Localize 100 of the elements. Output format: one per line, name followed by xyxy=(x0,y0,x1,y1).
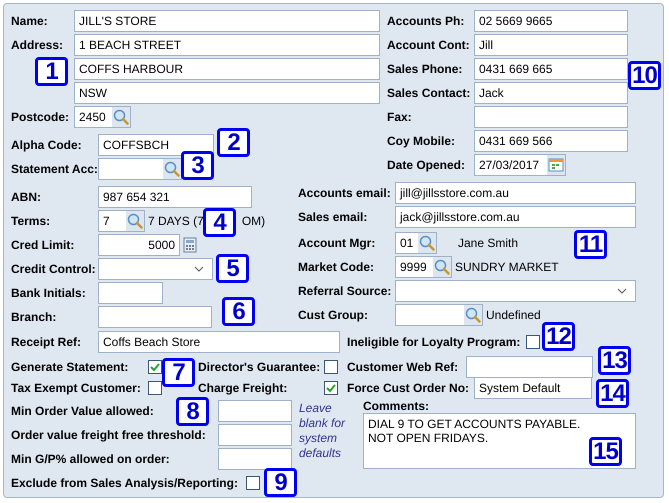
field-label: Alpha Code: xyxy=(11,138,83,152)
field-label: Receipt Ref: xyxy=(11,335,82,349)
field-label: Coy Mobile: xyxy=(387,134,456,148)
checkbox[interactable] xyxy=(526,335,540,349)
lookup-field[interactable] xyxy=(395,304,483,326)
field-label: Sales email: xyxy=(298,210,368,224)
email-field[interactable]: jill@jillsstore.com.au xyxy=(395,182,636,204)
date-field[interactable]: 27/03/2017 xyxy=(474,154,566,176)
number-badge: 15 xyxy=(589,437,622,466)
field-label: Force Cust Order No: xyxy=(347,380,470,394)
checkbox[interactable] xyxy=(148,380,162,394)
number-badge: 3 xyxy=(181,151,214,180)
lookup-description: Jane Smith xyxy=(458,236,518,250)
number-field[interactable] xyxy=(218,400,292,422)
text-field[interactable]: Coffs Beach Store xyxy=(98,331,340,353)
text-field[interactable]: JILL'S STORE xyxy=(74,10,380,32)
text-field[interactable]: Jill xyxy=(474,34,628,56)
search-icon[interactable] xyxy=(126,211,144,231)
field-label: Ineligible for Loyalty Program: xyxy=(347,335,520,349)
field-label: Address: xyxy=(11,38,64,52)
field-label: Accounts email: xyxy=(298,186,392,200)
number-badge: 11 xyxy=(574,230,607,259)
field-label: Min G/P% allowed on order: xyxy=(11,452,170,466)
field-label: Customer Web Ref: xyxy=(347,360,460,374)
checkbox[interactable] xyxy=(324,360,338,374)
number-badge: 12 xyxy=(542,322,575,351)
number-field[interactable] xyxy=(218,424,292,446)
field-label: Comments: xyxy=(363,399,430,413)
checkbox[interactable] xyxy=(246,476,260,490)
dropdown-field[interactable] xyxy=(395,280,636,302)
text-field[interactable]: COFFSBCH xyxy=(98,134,214,156)
field-label: Referral Source: xyxy=(298,284,392,298)
number-badge: 2 xyxy=(217,128,250,157)
text-field[interactable]: Jack xyxy=(474,82,628,104)
text-field[interactable]: 0431 669 665 xyxy=(474,58,628,80)
hint-text: Leave blank for system defaults xyxy=(299,401,346,462)
field-label: Tax Exempt Customer: xyxy=(11,380,142,394)
field-label: Min Order Value allowed: xyxy=(11,404,154,418)
field-label: Exclude from Sales Analysis/Reporting: xyxy=(11,476,238,490)
text-field[interactable] xyxy=(474,106,628,128)
field-label: Name: xyxy=(11,14,49,28)
field-label: Fax: xyxy=(387,110,413,124)
number-badge: 4 xyxy=(203,208,236,237)
field-label: Cust Group: xyxy=(298,308,369,322)
calendar-icon[interactable] xyxy=(547,155,565,175)
search-icon[interactable] xyxy=(163,159,181,179)
field-label: Accounts Ph: xyxy=(387,14,466,28)
number-badge: 5 xyxy=(216,254,249,283)
dropdown-field[interactable] xyxy=(98,258,213,280)
lookup-field[interactable]: 2450 xyxy=(74,106,131,128)
terms-description: OM) xyxy=(242,214,266,228)
number-field[interactable] xyxy=(218,448,292,470)
lookup-field[interactable]: 9999 xyxy=(395,256,452,278)
number-field[interactable]: 5000 xyxy=(98,234,180,256)
field-label: Bank Initials: xyxy=(11,286,87,300)
number-badge: 9 xyxy=(264,468,297,497)
chevron-down-icon[interactable] xyxy=(194,266,204,272)
text-field[interactable]: 987 654 321 xyxy=(98,186,252,208)
text-field[interactable]: 0431 669 566 xyxy=(474,130,628,152)
email-field[interactable]: jack@jillsstore.com.au xyxy=(395,206,636,228)
select-field[interactable]: System Default xyxy=(474,376,592,398)
number-badge: 1 xyxy=(35,57,68,86)
checkbox[interactable] xyxy=(148,360,162,374)
number-badge: 7 xyxy=(162,358,195,387)
text-field[interactable] xyxy=(98,282,163,304)
lookup-field[interactable] xyxy=(98,158,182,180)
field-label: Generate Statement: xyxy=(11,360,130,374)
text-field[interactable]: 02 5669 9665 xyxy=(474,10,628,32)
field-label: Sales Contact: xyxy=(387,86,472,100)
lookup-description: SUNDRY MARKET xyxy=(455,260,559,274)
lookup-field[interactable]: 7 xyxy=(98,210,145,232)
text-field[interactable] xyxy=(466,356,593,378)
search-icon[interactable] xyxy=(112,107,130,127)
calculator-icon[interactable] xyxy=(181,236,199,254)
text-field[interactable]: NSW xyxy=(74,82,380,104)
field-label: Date Opened: xyxy=(387,158,466,172)
chevron-down-icon[interactable] xyxy=(617,288,627,294)
number-badge: 10 xyxy=(628,61,661,90)
field-label: Charge Freight: xyxy=(198,380,288,394)
field-label: Sales Phone: xyxy=(387,62,464,76)
search-icon[interactable] xyxy=(464,305,482,325)
checkbox[interactable] xyxy=(324,380,338,394)
field-label: ABN: xyxy=(11,190,42,204)
field-label: Credit Control: xyxy=(11,262,97,276)
field-label: Account Cont: xyxy=(387,38,471,52)
number-badge: 8 xyxy=(176,397,209,426)
field-label: Postcode: xyxy=(11,110,70,124)
text-field[interactable]: 1 BEACH STREET xyxy=(74,34,380,56)
number-badge: 14 xyxy=(596,379,629,408)
text-field[interactable] xyxy=(98,306,212,328)
terms-description: 7 DAYS (7 xyxy=(148,214,204,228)
search-icon[interactable] xyxy=(433,257,451,277)
field-label: Branch: xyxy=(11,310,58,324)
field-label: Market Code: xyxy=(298,260,376,274)
text-field[interactable]: COFFS HARBOUR xyxy=(74,58,380,80)
lookup-description: Undefined xyxy=(486,308,541,322)
search-icon[interactable] xyxy=(418,233,436,253)
number-badge: 6 xyxy=(222,297,255,326)
field-label: Cred Limit: xyxy=(11,238,76,252)
lookup-field[interactable]: 01 xyxy=(395,232,437,254)
